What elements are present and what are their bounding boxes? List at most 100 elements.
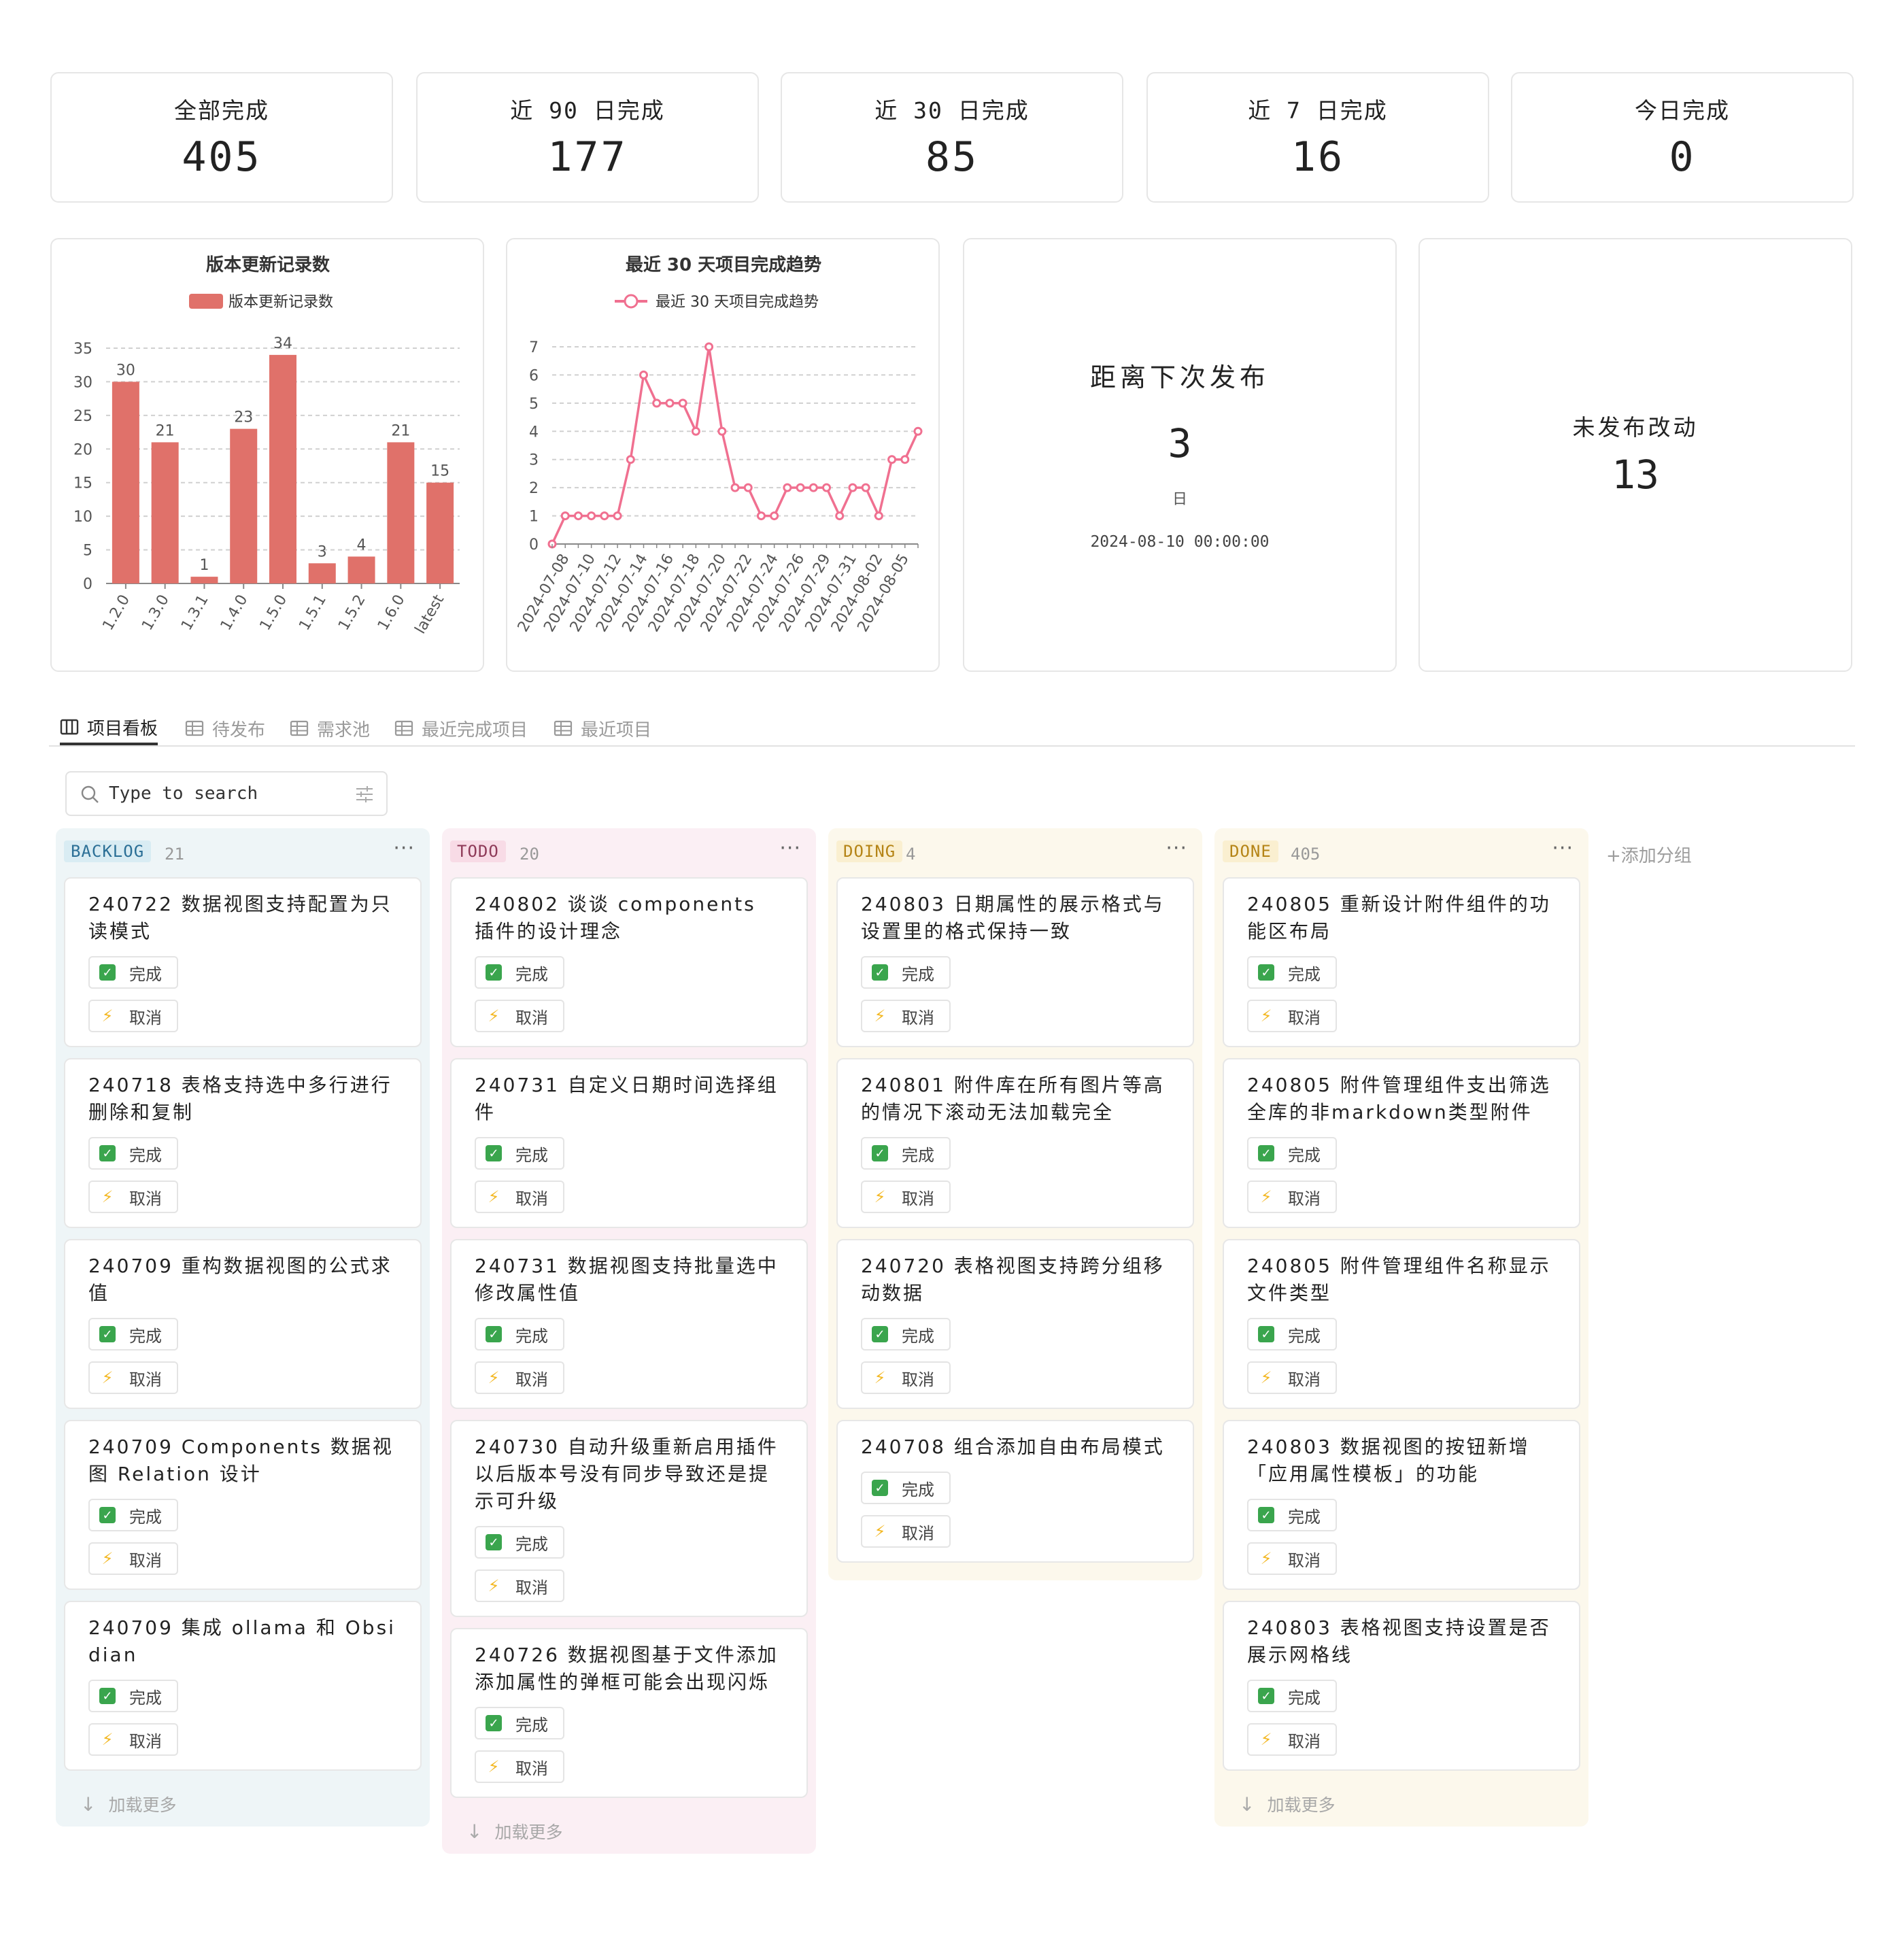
- done-button[interactable]: ✓ 完成: [861, 956, 951, 989]
- kanban-card[interactable]: 240805 附件管理组件支出筛选全库的非markdown类型附件 ✓ 完成 ⚡ 取消: [1223, 1058, 1580, 1228]
- done-button[interactable]: ✓ 完成: [88, 1318, 178, 1351]
- cancel-button[interactable]: ⚡ 取消: [475, 1181, 564, 1213]
- column-more-icon[interactable]: ···: [779, 836, 801, 860]
- done-button[interactable]: ✓ 完成: [861, 1472, 951, 1504]
- legend-label: 版本更新记录数: [228, 294, 333, 311]
- card-title: 240709 重构数据视图的公式求值: [88, 1255, 392, 1304]
- load-more-label: 加载更多: [494, 1822, 563, 1842]
- kanban-card[interactable]: 240722 数据视图支持配置为只读模式 ✓ 完成 ⚡ 取消: [64, 877, 422, 1047]
- cancel-button[interactable]: ⚡ 取消: [88, 1723, 178, 1756]
- kanban-card[interactable]: 240801 附件库在所有图片等高的情况下滚动无法加载完全 ✓ 完成 ⚡ 取消: [836, 1058, 1194, 1228]
- cancel-button[interactable]: ⚡ 取消: [1247, 1181, 1337, 1213]
- done-button[interactable]: ✓ 完成: [88, 1499, 178, 1531]
- kanban-card[interactable]: 240802 谈谈 components 插件的设计理念 ✓ 完成 ⚡ 取消: [450, 877, 808, 1047]
- done-button[interactable]: ✓ 完成: [1247, 1680, 1337, 1712]
- card-action-row: ✓ 完成: [88, 945, 397, 989]
- cancel-button[interactable]: ⚡ 取消: [1247, 1000, 1337, 1032]
- done-button-label: 完成: [1288, 964, 1321, 984]
- check-icon: ✓: [486, 1326, 502, 1342]
- done-button[interactable]: ✓ 完成: [475, 1137, 564, 1170]
- cancel-button[interactable]: ⚡ 取消: [1247, 1723, 1337, 1756]
- cancel-button[interactable]: ⚡ 取消: [861, 1000, 951, 1032]
- add-group-button[interactable]: +添加分组: [1606, 842, 1692, 867]
- kanban-card[interactable]: 240805 附件管理组件名称显示文件类型 ✓ 完成 ⚡ 取消: [1223, 1239, 1580, 1409]
- column-more-icon[interactable]: ···: [1166, 836, 1187, 860]
- load-more-button[interactable]: ↓ 加载更多: [1214, 1782, 1588, 1827]
- kanban-card[interactable]: 240805 重新设计附件组件的功能区布局 ✓ 完成 ⚡ 取消: [1223, 877, 1580, 1047]
- stat-value: 0: [1669, 133, 1696, 181]
- y-tick-label: 6: [529, 367, 539, 384]
- done-button[interactable]: ✓ 完成: [1247, 1318, 1337, 1351]
- kanban-card[interactable]: 240709 集成 ollama 和 Obsidian ✓ 完成 ⚡ 取消: [64, 1601, 422, 1771]
- cancel-button[interactable]: ⚡ 取消: [88, 1542, 178, 1575]
- cancel-button[interactable]: ⚡ 取消: [1247, 1542, 1337, 1575]
- cancel-button[interactable]: ⚡ 取消: [88, 1361, 178, 1394]
- column-more-icon[interactable]: ···: [393, 836, 415, 860]
- done-button-label: 完成: [902, 1145, 934, 1165]
- column-more-icon[interactable]: ···: [1552, 836, 1574, 860]
- done-button-label: 完成: [1288, 1326, 1321, 1346]
- lightning-icon: ⚡: [488, 1368, 500, 1387]
- kanban-card[interactable]: 240803 表格视图支持设置是否展示网格线 ✓ 完成 ⚡ 取消: [1223, 1601, 1580, 1771]
- tab-pending-release[interactable]: 待发布: [185, 711, 265, 745]
- kanban-column-doing: DOING 4 ··· 240803 日期属性的展示格式与设置里的格式保持一致 ✓ 完成 ⚡…: [828, 828, 1202, 1580]
- cancel-button[interactable]: ⚡ 取消: [88, 1000, 178, 1032]
- kanban-card[interactable]: 240709 重构数据视图的公式求值 ✓ 完成 ⚡ 取消: [64, 1239, 422, 1409]
- check-icon: ✓: [99, 1507, 116, 1523]
- kanban-card[interactable]: 240731 数据视图支持批量选中修改属性值 ✓ 完成 ⚡ 取消: [450, 1239, 808, 1409]
- done-button[interactable]: ✓ 完成: [88, 956, 178, 989]
- search-input[interactable]: [109, 779, 340, 808]
- kanban-card[interactable]: 240731 自定义日期时间选择组件 ✓ 完成 ⚡ 取消: [450, 1058, 808, 1228]
- done-button[interactable]: ✓ 完成: [861, 1137, 951, 1170]
- stat-card-today: 今日完成 0: [1511, 72, 1854, 203]
- cancel-button[interactable]: ⚡ 取消: [88, 1181, 178, 1213]
- done-button[interactable]: ✓ 完成: [1247, 956, 1337, 989]
- x-tick-label: 1.2.0: [99, 592, 133, 634]
- tab-label: 待发布: [212, 719, 266, 741]
- kanban-card[interactable]: 240709 Components 数据视图 Relation 设计 ✓ 完成 ⚡ 取消: [64, 1420, 422, 1590]
- done-button[interactable]: ✓ 完成: [88, 1680, 178, 1712]
- kanban-card[interactable]: 240708 组合添加自由布局模式 ✓ 完成 ⚡ 取消: [836, 1420, 1194, 1563]
- load-more-button[interactable]: ↓ 加载更多: [56, 1782, 430, 1827]
- done-button[interactable]: ✓ 完成: [475, 1526, 564, 1559]
- load-more-button[interactable]: ↓ 加载更多: [442, 1809, 816, 1854]
- tab-recent-projects[interactable]: 最近项目: [554, 711, 651, 745]
- card-action-row: ✓ 完成: [861, 1307, 1170, 1351]
- done-button[interactable]: ✓ 完成: [1247, 1499, 1337, 1531]
- check-icon: ✓: [99, 1688, 116, 1704]
- kanban-card[interactable]: 240803 日期属性的展示格式与设置里的格式保持一致 ✓ 完成 ⚡ 取消: [836, 877, 1194, 1047]
- done-button[interactable]: ✓ 完成: [475, 1707, 564, 1739]
- card-action-row: ✓ 完成: [861, 945, 1170, 989]
- tab-requirement-pool[interactable]: 需求池: [290, 711, 370, 745]
- y-tick-label: 0: [529, 537, 539, 554]
- done-button[interactable]: ✓ 完成: [861, 1318, 951, 1351]
- done-button[interactable]: ✓ 完成: [475, 1318, 564, 1351]
- cancel-button[interactable]: ⚡ 取消: [475, 1569, 564, 1602]
- done-button[interactable]: ✓ 完成: [1247, 1137, 1337, 1170]
- kanban-card[interactable]: 240730 自动升级重新启用插件以后版本号没有同步导致还是提示可升级 ✓ 完成 ⚡ 取…: [450, 1420, 808, 1617]
- done-button[interactable]: ✓ 完成: [88, 1137, 178, 1170]
- cancel-button[interactable]: ⚡ 取消: [475, 1361, 564, 1394]
- kanban-card[interactable]: 240720 表格视图支持跨分组移动数据 ✓ 完成 ⚡ 取消: [836, 1239, 1194, 1409]
- done-button[interactable]: ✓ 完成: [475, 956, 564, 989]
- column-count: 21: [165, 845, 184, 864]
- cancel-button-label: 取消: [129, 1008, 162, 1028]
- card-action-row: ⚡ 取消: [475, 1739, 783, 1783]
- tab-recently-completed[interactable]: 最近完成项目: [394, 711, 528, 745]
- kanban-card[interactable]: 240803 数据视图的按钮新增「应用属性模板」的功能 ✓ 完成 ⚡ 取消: [1223, 1420, 1580, 1590]
- cancel-button-label: 取消: [902, 1370, 934, 1389]
- y-tick-label: 30: [73, 374, 92, 391]
- bar-data-label: 4: [357, 537, 367, 554]
- y-tick-label: 5: [83, 543, 92, 560]
- cancel-button[interactable]: ⚡ 取消: [475, 1750, 564, 1783]
- cancel-button[interactable]: ⚡ 取消: [1247, 1361, 1337, 1394]
- kanban-card[interactable]: 240726 数据视图基于文件添加添加属性的弹框可能会出现闪烁 ✓ 完成 ⚡ 取消: [450, 1628, 808, 1798]
- table-icon: [185, 720, 204, 736]
- tab-kanban[interactable]: 项目看板: [60, 711, 158, 745]
- cancel-button[interactable]: ⚡ 取消: [475, 1000, 564, 1032]
- filter-settings-icon[interactable]: [355, 785, 374, 804]
- cancel-button[interactable]: ⚡ 取消: [861, 1181, 951, 1213]
- kanban-card[interactable]: 240718 表格支持选中多行进行删除和复制 ✓ 完成 ⚡ 取消: [64, 1058, 422, 1228]
- cancel-button[interactable]: ⚡ 取消: [861, 1515, 951, 1548]
- cancel-button[interactable]: ⚡ 取消: [861, 1361, 951, 1394]
